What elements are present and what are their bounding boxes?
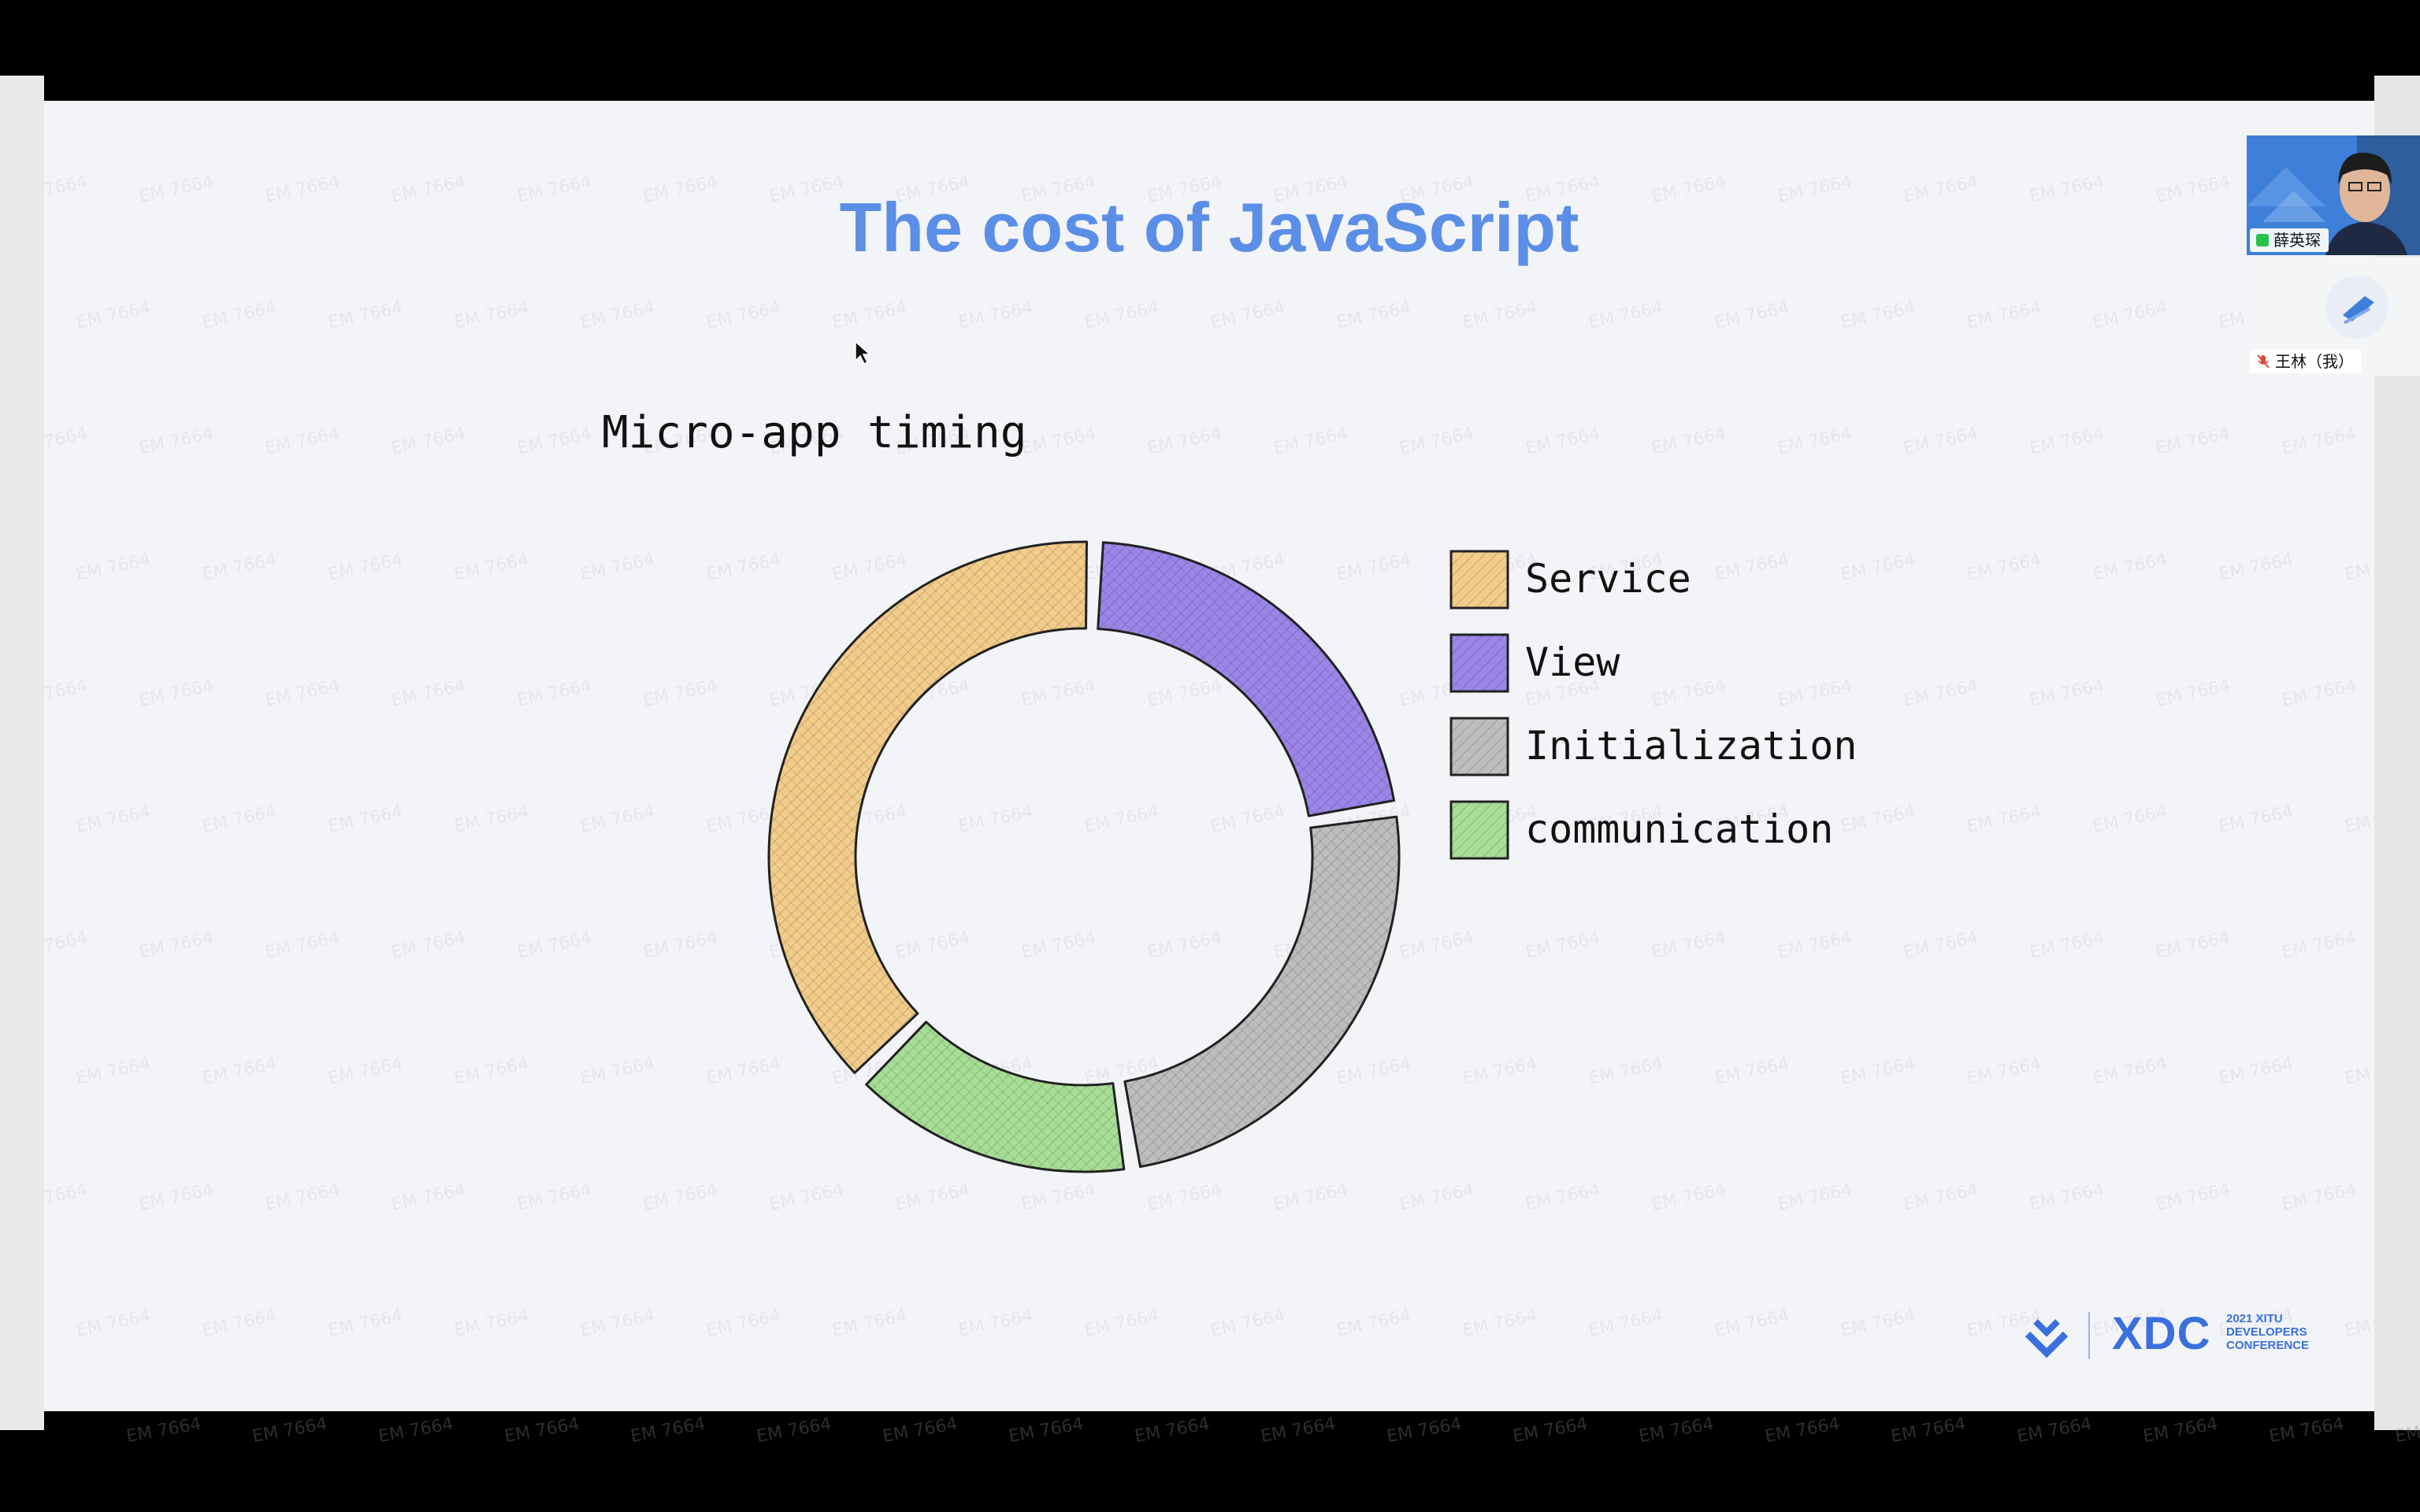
watermark: EM 7664	[1889, 1414, 1968, 1447]
mouse-cursor-icon	[855, 340, 871, 365]
watermark: EM 7664	[1637, 1414, 1716, 1447]
participant-name-tag: 王林（我）	[2250, 350, 2362, 373]
mic-on-icon	[2256, 234, 2269, 246]
legend-swatch-hatch	[1451, 635, 1508, 691]
xdc-logo-mark-icon	[2025, 1312, 2090, 1359]
left-window-edge	[0, 76, 44, 1430]
watermark: EM 7664	[1133, 1414, 1212, 1447]
donut-slice-initialization-hatch	[1124, 817, 1399, 1167]
shared-slide: EM 7664EM 7664EM 7664EM 7664EM 7664EM 76…	[44, 101, 2374, 1411]
watermark: EM 7664	[1259, 1414, 1338, 1447]
watermark: EM 7664	[2015, 1414, 2094, 1447]
watermark: EM 7664	[1763, 1414, 1842, 1447]
legend-label-service: Service	[1525, 556, 1691, 602]
watermark: EM 7664	[1007, 1414, 1086, 1447]
chart-heading: Micro-app timing	[602, 407, 1026, 458]
watermark: EM 7664	[503, 1414, 581, 1447]
donut-slice-service-hatch	[768, 542, 1087, 1073]
legend-swatch-hatch	[1451, 551, 1508, 608]
donut-slice-communication-hatch	[866, 1021, 1124, 1172]
participant-name: 王林（我）	[2275, 352, 2354, 371]
participant-name-tag: 薛英琛	[2250, 228, 2329, 252]
donut-slices	[767, 540, 1401, 1173]
chart-legend: Service View Initialization communication	[1449, 550, 1857, 860]
watermark: EM 7664	[881, 1414, 959, 1447]
watermark: EM 7664	[1511, 1414, 1590, 1447]
participant-name: 薛英琛	[2273, 231, 2321, 250]
watermark: EM 7664	[1385, 1414, 1464, 1447]
logo-subtitle-line: DEVELOPERS	[2226, 1325, 2307, 1339]
donut-slice-view-hatch	[1097, 542, 1394, 817]
watermark: EM 7664	[124, 1414, 203, 1447]
watermark: EM 7664	[2267, 1414, 2346, 1447]
watermark: EM 7664	[377, 1414, 455, 1447]
participant-video-tile[interactable]: 薛英琛	[2247, 135, 2420, 255]
logo-subtitle: 2021 XITU DEVELOPERS CONFERENCE	[2226, 1312, 2344, 1352]
watermark: EM 7664	[629, 1414, 707, 1447]
mic-muted-icon	[2257, 354, 2270, 369]
watermark: EM 7664	[755, 1414, 833, 1447]
logo-brand: XDC	[2112, 1308, 2211, 1359]
logo-subtitle-line: CONFERENCE	[2226, 1339, 2310, 1352]
legend-swatch-hatch	[1451, 718, 1508, 775]
watermark: EM 7664	[2141, 1414, 2220, 1447]
watermark: EM 7664	[251, 1414, 329, 1447]
legend-label-initialization: Initialization	[1525, 723, 1857, 769]
legend-swatch-hatch	[1451, 802, 1508, 858]
participant-video-tile[interactable]: 王林（我）	[2247, 257, 2420, 376]
legend-label-view: View	[1525, 639, 1620, 685]
legend-label-communication: communication	[1525, 806, 1833, 852]
xdc-logo: XDC 2021 XITU DEVELOPERS CONFERENCE	[2014, 1298, 2360, 1377]
donut-chart: Micro-app timing Service View Initializati…	[602, 340, 1857, 1173]
logo-subtitle-line: 2021 XITU	[2226, 1312, 2283, 1325]
